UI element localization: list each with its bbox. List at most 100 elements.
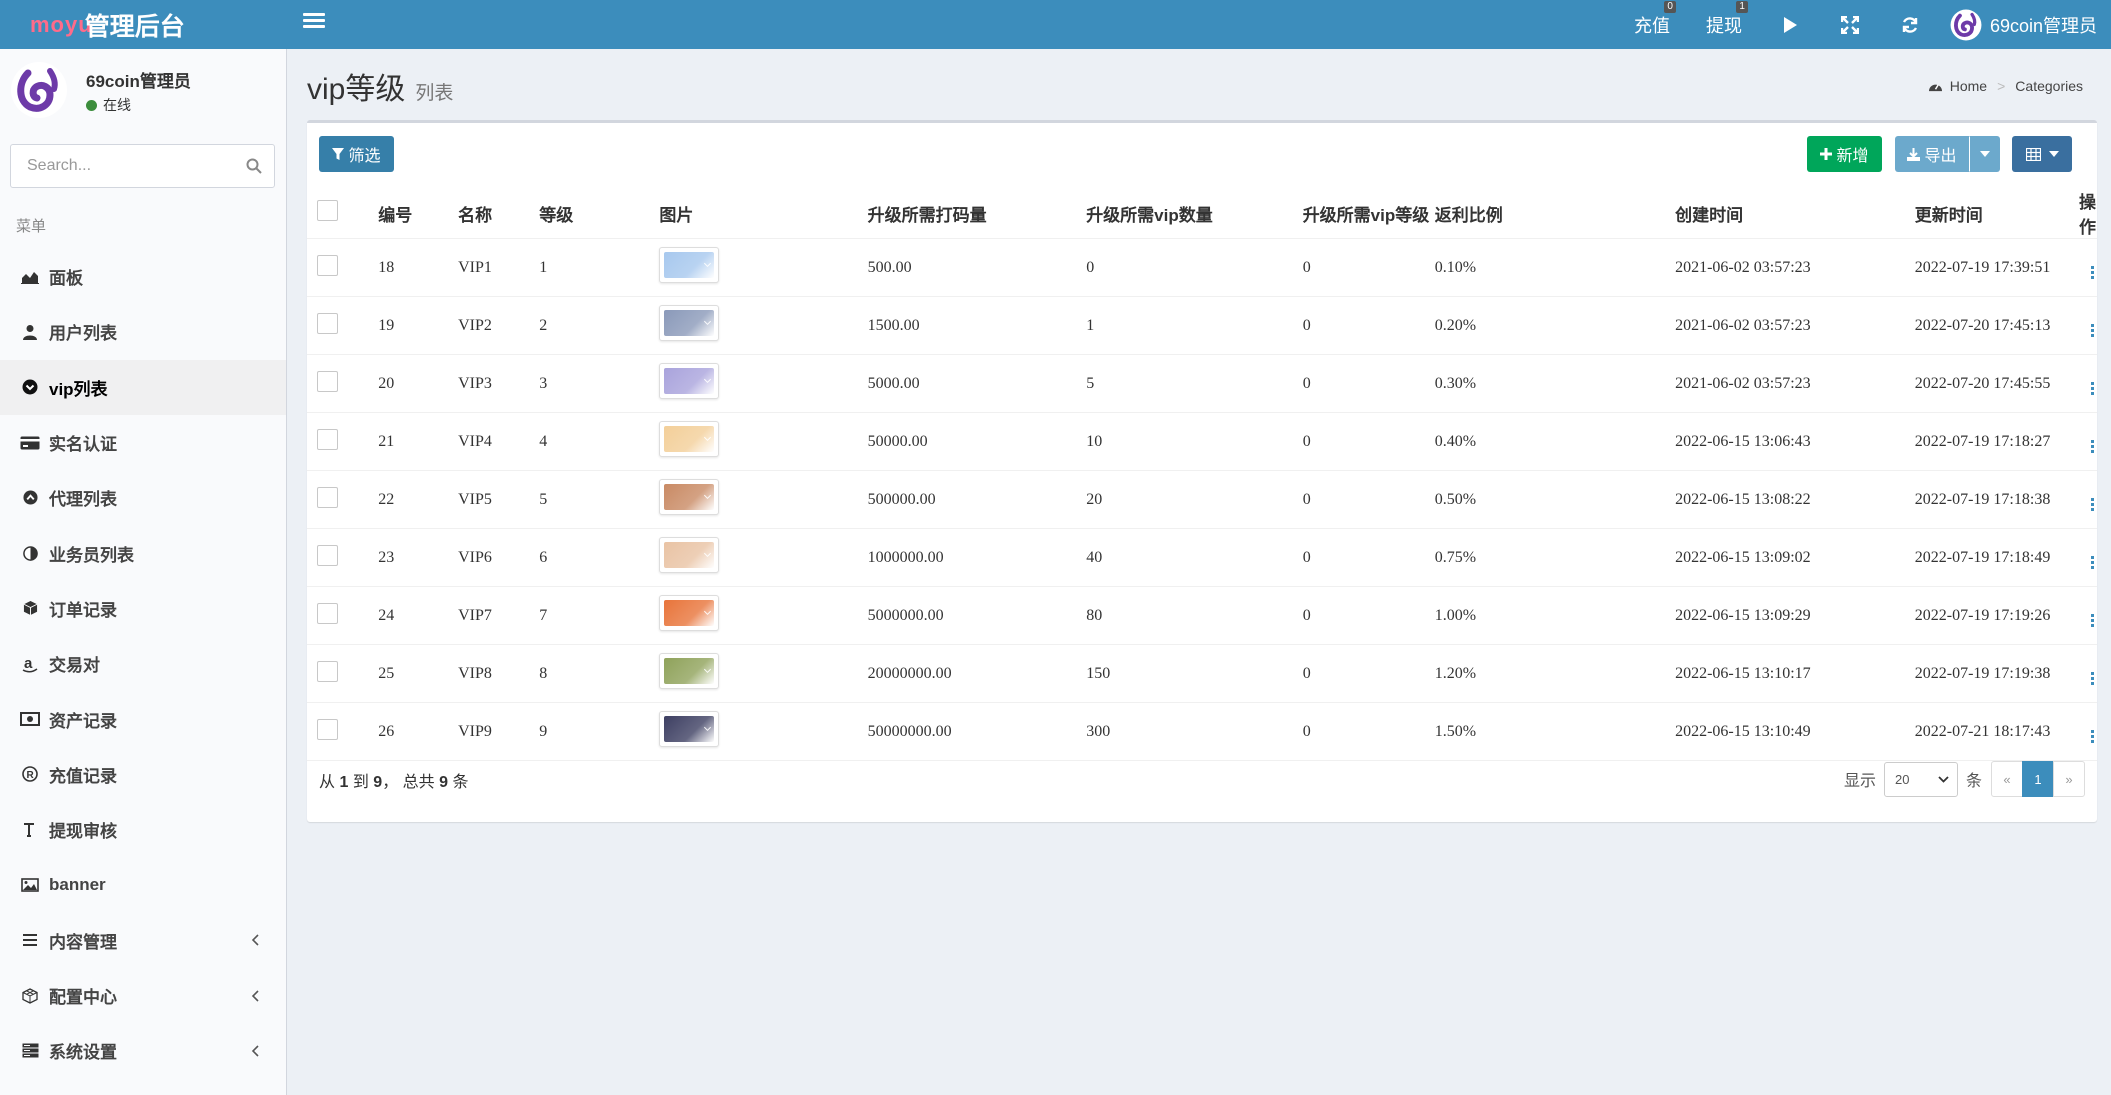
vip-image-thumbnail[interactable]: [659, 479, 720, 515]
refresh-button[interactable]: [1880, 0, 1940, 49]
vip-image-thumbnail[interactable]: [659, 421, 720, 457]
sidebar-item-agents[interactable]: 代理列表: [0, 470, 286, 525]
sidebar-item-recharge[interactable]: R 充值记录: [0, 747, 286, 802]
row-select-cell: [307, 238, 379, 297]
download-icon: [1907, 147, 1921, 161]
user-menu[interactable]: 69coin管理员: [1940, 0, 2111, 49]
cell-updated: 2022-07-20 17:45:55: [1914, 354, 2073, 413]
select-all-checkbox[interactable]: [317, 200, 338, 221]
svg-text:R: R: [27, 770, 35, 781]
column-header[interactable]: 升级所需vip数量: [1086, 188, 1303, 239]
more-actions-icon[interactable]: [2087, 265, 2097, 280]
column-header[interactable]: 名称: [458, 188, 540, 239]
table-header-row: 编号 名称 等级 图片 升级所需打码量 升级所需vip数量 升级所需vip等级 …: [307, 188, 2097, 239]
sidebar-item-label: 代理列表: [49, 490, 117, 510]
column-header[interactable]: 升级所需vip等级: [1302, 188, 1435, 239]
page-size-select[interactable]: 20: [1883, 761, 1958, 797]
list-icon: [20, 930, 40, 950]
column-header[interactable]: 图片: [659, 188, 868, 239]
column-header[interactable]: 返利比例: [1434, 188, 1676, 239]
row-checkbox[interactable]: [317, 312, 338, 334]
sidebar-item-label: 内容管理: [49, 932, 117, 952]
filter-button[interactable]: 筛选: [319, 136, 394, 172]
sidebar-item-dashboard[interactable]: 面板: [0, 249, 286, 304]
column-header[interactable]: 等级: [539, 188, 660, 239]
filter-icon: [332, 147, 345, 160]
more-actions-icon[interactable]: [2087, 381, 2097, 396]
page-1-button[interactable]: 1: [2022, 761, 2054, 797]
sidebar-item-salesmen[interactable]: 业务员列表: [0, 525, 286, 580]
cell-vip-count: 20: [1086, 470, 1303, 529]
search-button[interactable]: [234, 144, 274, 188]
sidebar-toggle-button[interactable]: [303, 10, 325, 30]
fullscreen-button[interactable]: [1820, 0, 1880, 49]
caret-down-icon: [2048, 151, 2059, 157]
more-actions-icon[interactable]: [2087, 439, 2097, 454]
sidebar-item-content[interactable]: 内容管理: [0, 913, 286, 968]
add-button[interactable]: 新增: [1807, 136, 1882, 172]
row-checkbox[interactable]: [317, 660, 338, 682]
cell-created: 2022-06-15 13:09:29: [1675, 586, 1915, 645]
export-button[interactable]: 导出: [1895, 136, 1969, 172]
row-checkbox[interactable]: [317, 428, 338, 450]
vip-badge-image: [664, 426, 715, 452]
vip-image-thumbnail[interactable]: [659, 363, 720, 399]
cell-created: 2021-06-02 03:57:23: [1675, 296, 1915, 355]
sidebar-item-label: 用户列表: [49, 324, 117, 344]
cell-name: VIP5: [458, 470, 540, 529]
withdraw-link[interactable]: 提现 1: [1688, 0, 1760, 49]
content-header: vip等级 列表: [307, 64, 454, 106]
sidebar-item-system[interactable]: 系统设置: [0, 1023, 286, 1078]
arrow-circle-icon: [20, 488, 40, 508]
sidebar-item-vip[interactable]: vip列表: [0, 359, 286, 415]
cell-bet: 5000.00: [867, 354, 1087, 413]
row-checkbox[interactable]: [317, 486, 338, 508]
row-checkbox[interactable]: [317, 254, 338, 276]
sidebar-item-users[interactable]: 用户列表: [0, 304, 286, 359]
column-header[interactable]: 创建时间: [1675, 188, 1915, 239]
page-subtitle: 列表: [415, 83, 454, 104]
vip-image-thumbnail[interactable]: [659, 537, 720, 573]
adjust-icon: [20, 543, 40, 563]
more-actions-icon[interactable]: [2087, 613, 2097, 628]
row-checkbox[interactable]: [317, 370, 338, 392]
play-button[interactable]: [1760, 0, 1820, 49]
more-actions-icon[interactable]: [2087, 671, 2097, 686]
vip-image-thumbnail[interactable]: [659, 653, 720, 689]
more-actions-icon[interactable]: [2087, 323, 2097, 338]
row-checkbox[interactable]: [317, 602, 338, 624]
vip-image-thumbnail[interactable]: [659, 595, 720, 631]
table-row: 22 VIP5 5 500000.00 20 0 0.50% 2022-06-15 13:08…: [307, 470, 2097, 529]
next-page-button[interactable]: »: [2053, 761, 2085, 797]
column-header[interactable]: 编号: [378, 188, 459, 239]
prev-page-button[interactable]: «: [1991, 761, 2023, 797]
columns-button[interactable]: [2012, 136, 2072, 172]
more-actions-icon[interactable]: [2087, 555, 2097, 570]
panel-user-name: 69coin管理员: [86, 72, 191, 91]
more-actions-icon[interactable]: [2087, 497, 2097, 512]
vip-image-thumbnail[interactable]: [659, 711, 720, 747]
search-input[interactable]: [11, 145, 234, 187]
recharge-link[interactable]: 充值 0: [1616, 0, 1688, 49]
sidebar-item-assets[interactable]: 资产记录: [0, 691, 286, 746]
sidebar-item-banner[interactable]: banner: [0, 857, 286, 912]
cell-created: 2022-06-15 13:08:22: [1675, 470, 1915, 529]
vip-image-thumbnail[interactable]: [659, 247, 720, 283]
column-header[interactable]: 升级所需打码量: [867, 188, 1087, 239]
row-checkbox[interactable]: [317, 718, 338, 740]
more-actions-icon[interactable]: [2087, 729, 2097, 744]
breadcrumb-home[interactable]: Home: [1950, 78, 1987, 94]
sidebar-item-verification[interactable]: 实名认证: [0, 415, 286, 470]
export-dropdown-button[interactable]: [1969, 136, 2000, 172]
logo-mini: moyu: [30, 11, 93, 37]
sidebar-item-orders[interactable]: 订单记录: [0, 581, 286, 636]
row-checkbox[interactable]: [317, 544, 338, 566]
vip-image-thumbnail[interactable]: [659, 305, 720, 341]
sidebar-item-config[interactable]: 配置中心: [0, 968, 286, 1023]
table-row: 23 VIP6 6 1000000.00 40 0 0.75% 2022-06-15 13:0…: [307, 528, 2097, 587]
logo[interactable]: moyu 管理后台: [0, 0, 287, 49]
column-header[interactable]: 更新时间: [1914, 188, 2073, 239]
sidebar-item-withdraw-review[interactable]: 提现审核: [0, 802, 286, 857]
cell-vip-level: 0: [1302, 238, 1435, 297]
sidebar-item-trading-pairs[interactable]: a 交易对: [0, 636, 286, 691]
